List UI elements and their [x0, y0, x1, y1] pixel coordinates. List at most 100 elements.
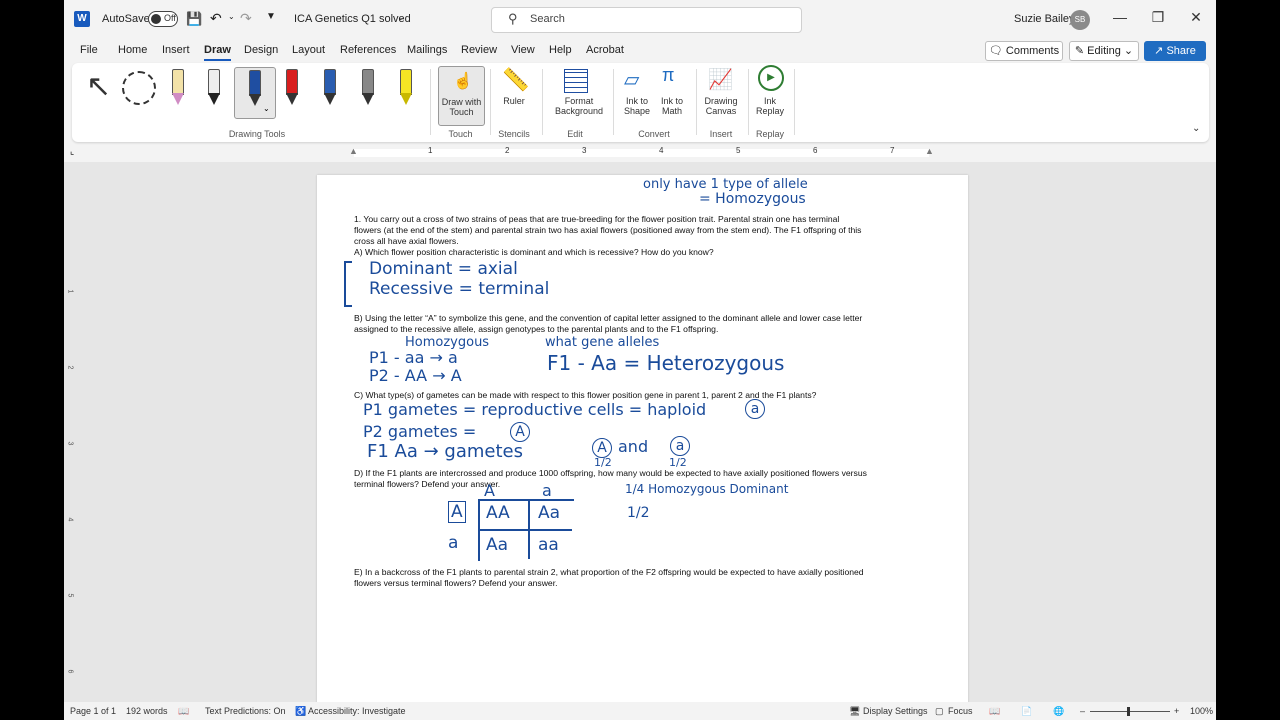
- undo-dropdown-icon[interactable]: ⌄: [228, 12, 235, 21]
- tab-help[interactable]: Help: [549, 44, 572, 56]
- right-indent-marker[interactable]: ▲: [925, 146, 934, 156]
- ruler-label[interactable]: Ruler: [492, 96, 536, 106]
- ink-replay-icon[interactable]: ▶: [758, 65, 784, 91]
- editing-button[interactable]: ✎ Editing ⌄: [1069, 41, 1139, 61]
- question-a: A) Which flower position characteristic …: [354, 247, 714, 257]
- user-name[interactable]: Suzie Bailey: [1014, 13, 1075, 25]
- document-title[interactable]: ICA Genetics Q1 solved: [294, 13, 411, 25]
- ink-quarter-note: 1/4 Homozygous Dominant: [625, 482, 789, 496]
- text-predictions[interactable]: Text Predictions: On: [205, 706, 286, 716]
- ruler-icon[interactable]: 📏: [502, 67, 529, 93]
- tab-acrobat[interactable]: Acrobat: [586, 44, 624, 56]
- ink-to-math-icon[interactable]: π: [662, 65, 674, 86]
- read-mode-icon[interactable]: 📖: [989, 706, 1000, 717]
- print-layout-icon[interactable]: 📄: [1021, 706, 1032, 717]
- vertical-ruler: 1 2 3 4 5 6: [66, 182, 78, 702]
- ink-replay-label[interactable]: Ink Replay: [752, 96, 788, 116]
- display-settings[interactable]: Display Settings: [863, 706, 928, 716]
- zoom-slider-thumb[interactable]: [1127, 707, 1130, 716]
- horizontal-ruler: ⌞ ▲ ▲ 1 2 3 4 5 6 7: [64, 146, 1216, 160]
- question-e-line-1: E) In a backcross of the F1 plants to pa…: [354, 567, 864, 577]
- zoom-level[interactable]: 100%: [1190, 706, 1213, 716]
- ink-p1-gamete-circle: a: [745, 399, 765, 419]
- display-settings-icon: 🖥: [849, 706, 861, 716]
- web-layout-icon[interactable]: 🌐: [1053, 706, 1064, 717]
- drawing-canvas-icon[interactable]: 📈: [708, 67, 733, 92]
- punnett-cell: aa: [538, 535, 559, 555]
- comments-button[interactable]: 🗨 Comments: [985, 41, 1063, 61]
- tab-layout[interactable]: Layout: [292, 44, 325, 56]
- search-box[interactable]: ⚲ Search: [491, 7, 802, 33]
- autosave-toggle[interactable]: Off: [148, 11, 178, 27]
- undo-icon[interactable]: ↶: [210, 10, 222, 27]
- tab-draw[interactable]: Draw: [204, 44, 231, 61]
- ink-bracket: [344, 261, 352, 307]
- pen-gray-icon[interactable]: [356, 69, 378, 107]
- comments-label: Comments: [1005, 45, 1060, 57]
- ink-to-shape-label[interactable]: Ink to Shape: [617, 96, 657, 116]
- editing-label: Editing: [1087, 45, 1121, 57]
- ruler-number: 2: [505, 146, 510, 155]
- zoom-slider[interactable]: [1090, 711, 1170, 712]
- tab-file[interactable]: File: [80, 44, 98, 56]
- ink-p1: P1 - aa → a: [369, 348, 458, 367]
- autosave-state: Off: [164, 13, 176, 23]
- pen-red-icon[interactable]: [280, 69, 302, 107]
- ink-half-note: 1/2: [627, 505, 650, 521]
- search-icon: ⚲: [508, 11, 518, 26]
- tab-stop-icon[interactable]: ⌞: [70, 146, 74, 157]
- proofing-icon[interactable]: 📖: [178, 706, 189, 717]
- tab-design[interactable]: Design: [244, 44, 278, 56]
- zoom-out-icon[interactable]: –: [1080, 706, 1085, 716]
- left-indent-marker[interactable]: ▲: [349, 146, 358, 156]
- tab-mailings[interactable]: Mailings: [407, 44, 447, 56]
- tab-view[interactable]: View: [511, 44, 535, 56]
- redo-icon[interactable]: ↷: [240, 10, 252, 27]
- ink-f1-circle-a-upper: A: [592, 438, 612, 458]
- vruler-number: 2: [66, 365, 74, 370]
- restore-icon[interactable]: ❐: [1148, 9, 1168, 26]
- pen-galaxy-icon[interactable]: [318, 69, 340, 107]
- punnett-square: A a A a AA Aa Aa aa: [442, 481, 574, 561]
- save-icon[interactable]: 💾: [186, 11, 202, 27]
- focus-button[interactable]: Focus: [948, 706, 973, 716]
- status-bar: Page 1 of 1 192 words 📖 Text Predictions…: [64, 702, 1216, 720]
- ink-to-shape-icon[interactable]: ▱: [624, 67, 639, 92]
- edit-group-label: Edit: [567, 129, 583, 139]
- search-placeholder: Search: [530, 13, 565, 25]
- accessibility-status[interactable]: Accessibility: Investigate: [308, 706, 406, 716]
- select-cursor-icon[interactable]: ↖: [86, 69, 111, 104]
- collapse-ribbon-icon[interactable]: ⌄: [1192, 123, 1200, 134]
- document-page[interactable]: 1. You carry out a cross of two strains …: [317, 175, 968, 715]
- format-background-icon[interactable]: [564, 69, 588, 93]
- highlighter-yellow-icon[interactable]: [394, 69, 416, 107]
- ruler-track: [354, 149, 929, 157]
- tab-review[interactable]: Review: [461, 44, 497, 56]
- pen-blue-selected[interactable]: ⌄: [234, 67, 276, 119]
- zoom-in-icon[interactable]: +: [1174, 706, 1179, 716]
- pencil-black-icon[interactable]: [202, 69, 224, 107]
- punnett-cell: Aa: [538, 503, 561, 523]
- tab-references[interactable]: References: [340, 44, 396, 56]
- punnett-header-a-lower: a: [542, 481, 552, 500]
- lasso-select-icon[interactable]: [122, 71, 156, 105]
- drawing-canvas-label[interactable]: Drawing Canvas: [700, 96, 742, 116]
- ribbon-separator: [696, 69, 697, 135]
- tab-insert[interactable]: Insert: [162, 44, 190, 56]
- title-chevron-icon[interactable]: ⌄: [397, 12, 405, 23]
- minimize-icon[interactable]: —: [1110, 9, 1130, 25]
- share-button[interactable]: ↗ Share: [1144, 41, 1206, 61]
- ink-to-math-label[interactable]: Ink to Math: [654, 96, 690, 116]
- format-background-label[interactable]: Format Background: [544, 96, 614, 116]
- vruler-number: 6: [66, 669, 74, 674]
- tab-home[interactable]: Home: [118, 44, 147, 56]
- customize-toolbar-icon[interactable]: ▼: [266, 11, 276, 22]
- page-count[interactable]: Page 1 of 1: [70, 706, 116, 716]
- avatar[interactable]: SB: [1070, 10, 1090, 30]
- highlighter-pink-icon[interactable]: [166, 69, 188, 107]
- draw-with-touch-button[interactable]: ☝ Draw with Touch: [438, 66, 485, 126]
- ribbon-separator: [794, 69, 795, 135]
- word-count[interactable]: 192 words: [126, 706, 168, 716]
- close-icon[interactable]: ✕: [1186, 9, 1206, 26]
- pencil-icon: ✎: [1074, 45, 1088, 57]
